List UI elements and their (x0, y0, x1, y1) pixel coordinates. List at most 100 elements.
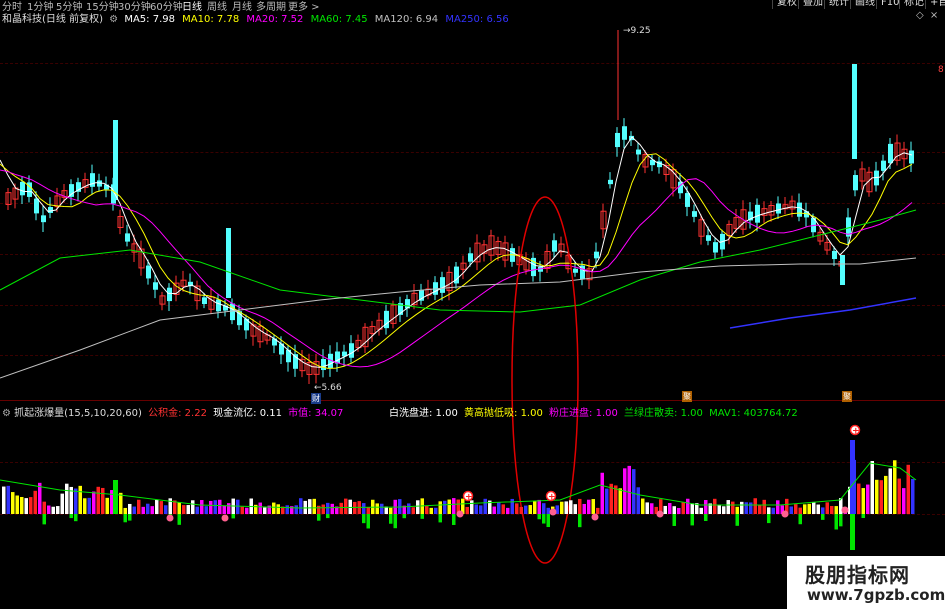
indicator-bar (83, 498, 87, 514)
indicator-bar (191, 500, 195, 514)
candle-body (622, 126, 627, 140)
indicator-bar-negative (834, 514, 838, 530)
candle-body (615, 132, 620, 148)
indicator-bar (366, 507, 370, 514)
indicator-bar (123, 507, 127, 514)
high-price-label: →9.25 (623, 26, 651, 36)
indicator-bar-negative (42, 514, 46, 525)
indicator-bar (546, 507, 550, 514)
indicator-bar (128, 503, 132, 514)
indicator-bar (834, 506, 838, 514)
candle-body (853, 175, 858, 191)
indicator-bar (866, 484, 870, 514)
sell-signal-icon (456, 510, 464, 518)
indicator-bar (348, 499, 352, 514)
indicator-bar (29, 497, 33, 514)
indicator-bar (384, 506, 388, 514)
indicator-bar (177, 502, 181, 514)
indicator-bar (897, 478, 901, 514)
indicator-bar (51, 506, 55, 514)
indicator-bar (308, 499, 312, 514)
indicator-bar-negative (438, 514, 442, 523)
indicator-bar-negative (231, 514, 235, 519)
indicator-bar (587, 499, 591, 514)
indicator-bar (686, 498, 690, 514)
indicator-bar (2, 486, 6, 514)
indicator-bar (771, 507, 775, 514)
indicator-bar (317, 505, 321, 514)
indicator-bar (65, 483, 69, 514)
candle-body (840, 255, 845, 285)
mav1-value: MAV1: 403764.72 (709, 408, 798, 419)
indicator-bar (528, 505, 532, 514)
candle-body (552, 240, 557, 252)
indicator-bar-negative (546, 514, 550, 528)
candle-body (440, 277, 445, 293)
indicator-bar (479, 505, 483, 514)
indicator-bar (294, 505, 298, 514)
candlestick-chart[interactable]: + + + (0, 0, 945, 609)
gear-icon[interactable]: ⚙ (2, 408, 11, 419)
indicator-bar (726, 500, 730, 514)
indicator-bar (20, 496, 24, 514)
indicator-bar-negative (389, 514, 393, 524)
ju-marker[interactable]: 聚 (842, 391, 852, 402)
cai-marker[interactable]: 财 (311, 393, 321, 404)
indicator-name[interactable]: 抓起涨爆量(15,5,10,20,60) (14, 408, 142, 419)
indicator-bar (105, 497, 109, 514)
candle-body (706, 235, 711, 241)
indicator-bar (407, 503, 411, 514)
indicator-bar (240, 506, 244, 514)
indicator-bar (717, 504, 721, 514)
indicator-bar-negative (839, 514, 843, 527)
ma250-line (729, 297, 917, 329)
huanggao-value: 黄高抛低吸: 1.00 (464, 408, 543, 419)
indicator-bar (74, 488, 78, 514)
sell-signal-icon (166, 514, 174, 522)
shizhi-value: 市值: 34.07 (288, 408, 344, 419)
indicator-bar (677, 507, 681, 514)
candle-body (852, 64, 857, 159)
indicator-bar (447, 499, 451, 514)
indicator-bar (330, 503, 334, 514)
candle-body (90, 173, 95, 187)
sell-signal-icon (781, 510, 789, 518)
indicator-bar-negative (821, 514, 825, 520)
indicator-bar-negative (177, 514, 181, 525)
axis-edge-label: 8 (938, 65, 944, 75)
indicator-bar (276, 504, 280, 514)
indicator-bar (794, 504, 798, 514)
watermark-box: 股朋指标网 www.7gpzb.com (787, 556, 945, 609)
indicator-bar (510, 498, 514, 514)
candle-body (34, 198, 39, 214)
indicator-bar (24, 498, 28, 514)
indicator-bar (497, 502, 501, 514)
indicator-bar (213, 500, 217, 514)
indicator-bar-negative (452, 514, 456, 525)
indicator-bar (452, 498, 456, 514)
indicator-bar (321, 504, 325, 514)
indicator-bar (618, 488, 622, 514)
ju-marker[interactable]: 聚 (682, 391, 692, 402)
candle-body (216, 299, 221, 312)
indicator-bar-negative (402, 514, 406, 519)
indicator-bar (506, 507, 510, 514)
indicator-bar (47, 505, 51, 514)
indicator-bar (344, 498, 348, 514)
indicator-bar (803, 504, 807, 514)
indicator-bar-negative (672, 514, 676, 526)
indicator-bar (380, 503, 384, 514)
candle-body (685, 193, 690, 207)
indicator-bar (816, 504, 820, 514)
indicator-bar-negative (420, 514, 424, 519)
candle-body (167, 287, 172, 302)
indicator-bar (33, 490, 37, 514)
indicator-bar (850, 440, 855, 514)
indicator-bar (560, 501, 564, 514)
indicator-bar (627, 465, 631, 514)
indicator-bar (474, 504, 478, 514)
indicator-bar (825, 502, 829, 514)
indicator-bar (524, 505, 528, 514)
indicator-bar (443, 500, 447, 514)
indicator-bar (263, 507, 267, 514)
